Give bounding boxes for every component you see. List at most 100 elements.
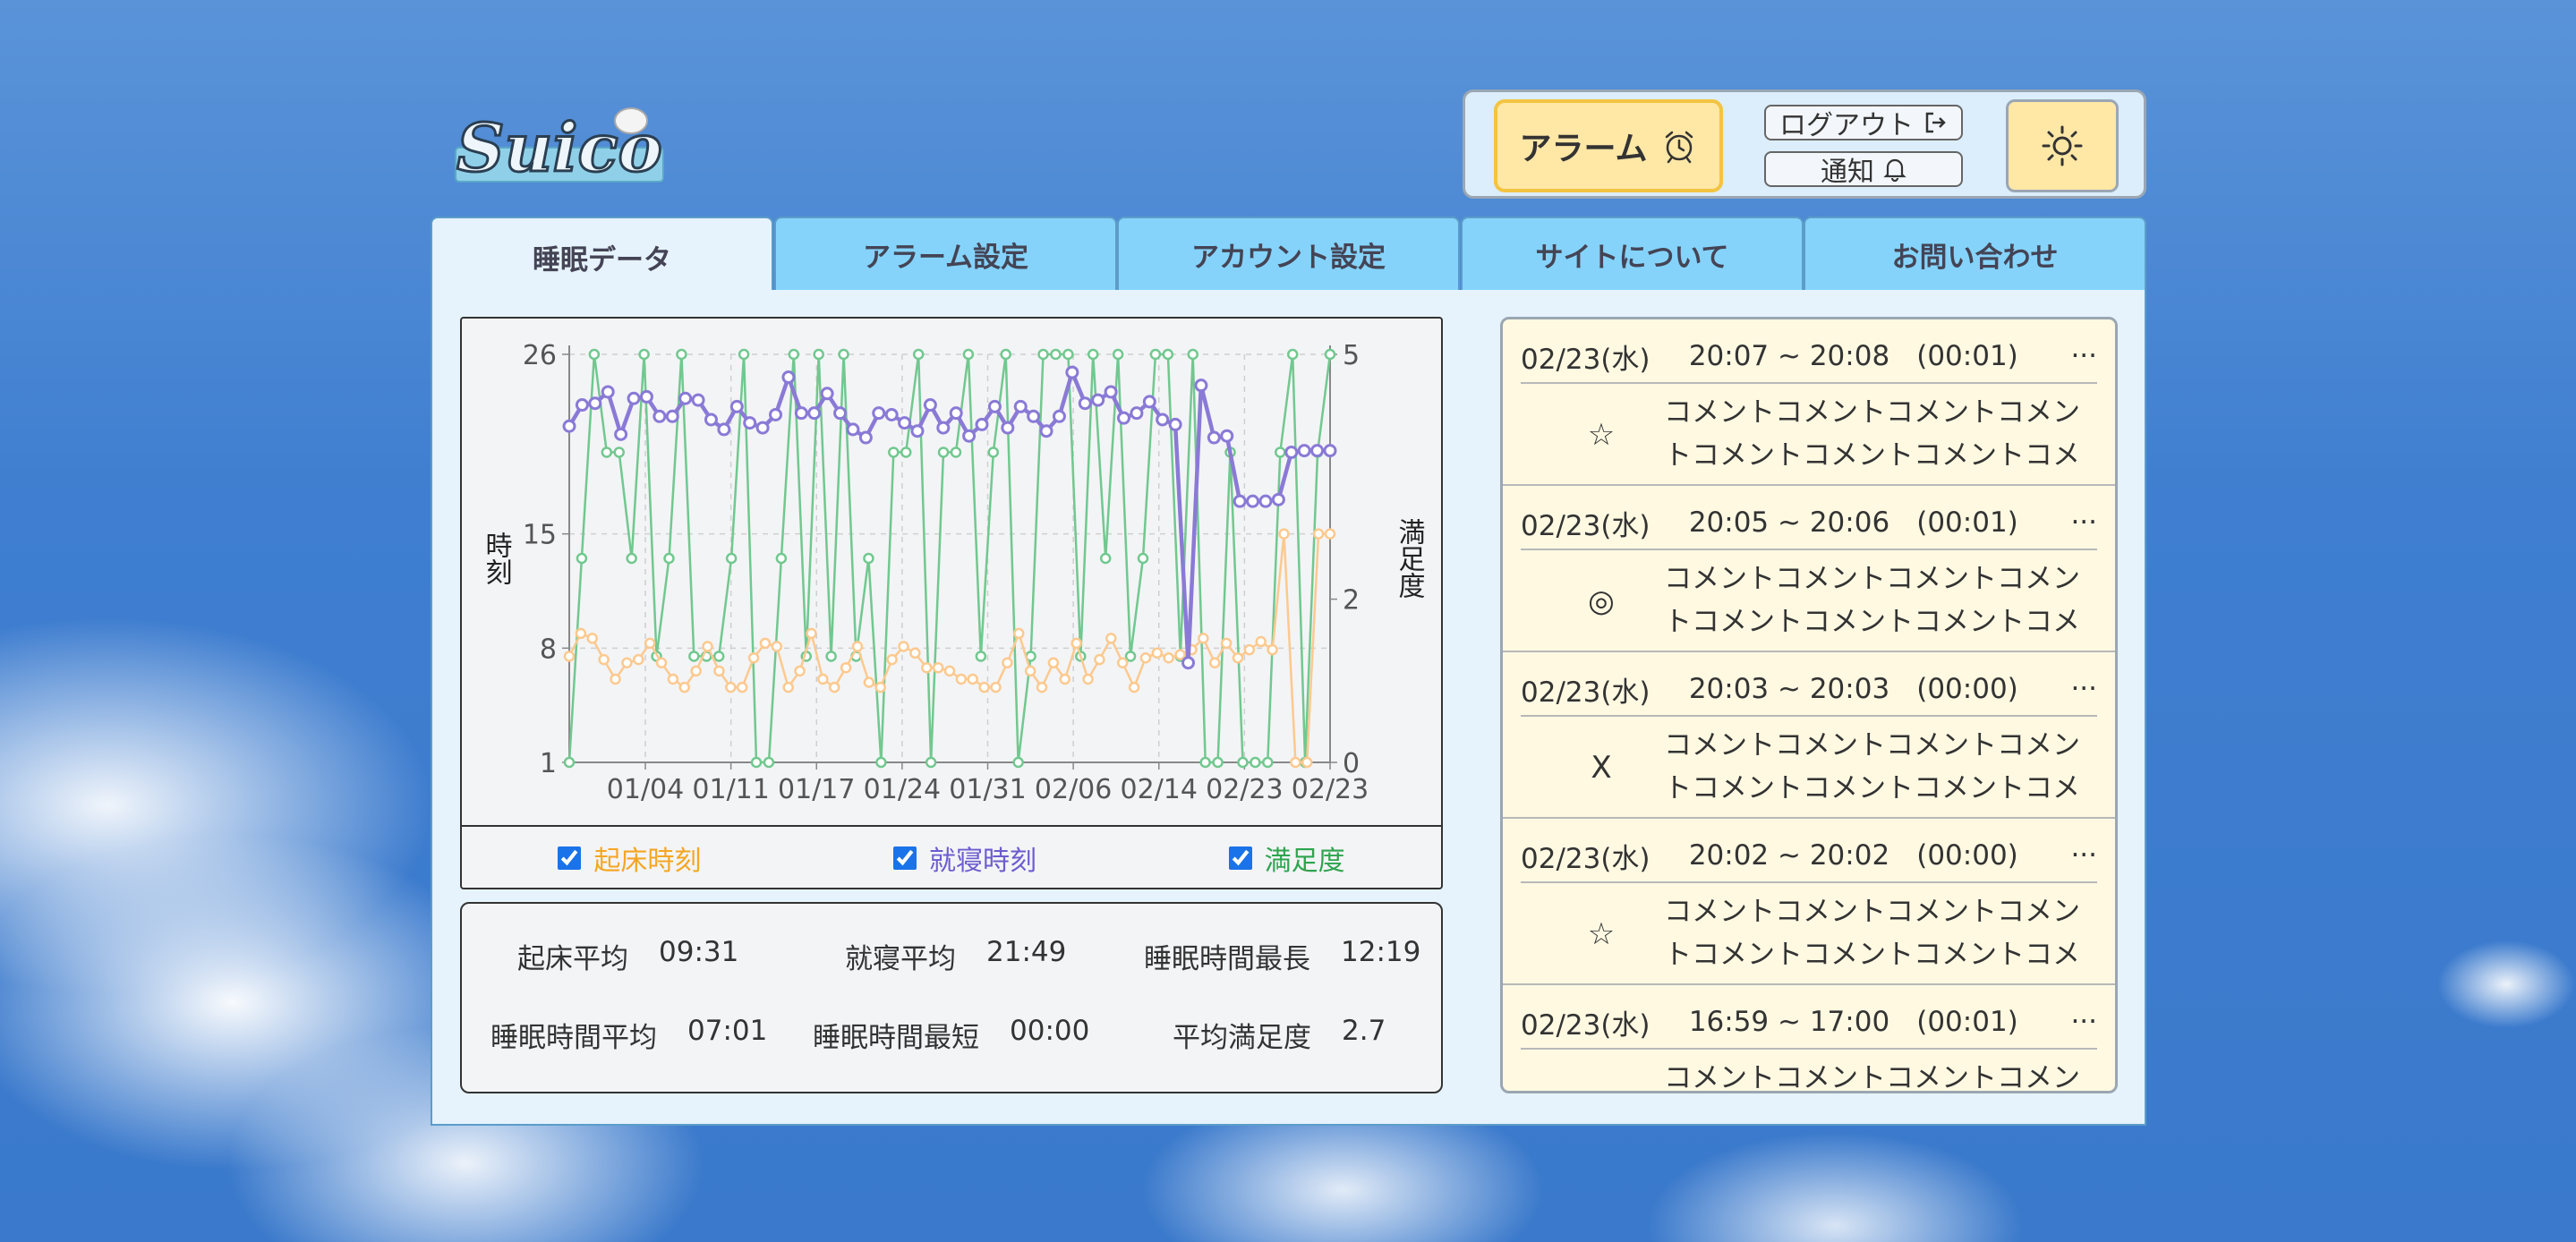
notification-button[interactable]: 通知 [1764, 151, 1963, 188]
data-point [1324, 348, 1336, 361]
tab-alarm-settings[interactable]: アラーム設定 [774, 217, 1117, 292]
data-point [794, 665, 806, 677]
data-point [702, 641, 713, 652]
legend-satisfaction[interactable]: 満足度 [1228, 838, 1345, 878]
data-point [1271, 492, 1285, 506]
data-point [667, 673, 679, 685]
data-point [775, 552, 788, 565]
data-point [794, 406, 808, 421]
data-point [1087, 348, 1099, 361]
data-point [1082, 673, 1094, 685]
satisfaction-mark: X [1591, 750, 1612, 786]
data-point [736, 681, 748, 693]
list-item[interactable]: 02/23(水) 20:03 ~ 20:03 (00:00) ··· X コメン… [1503, 652, 2115, 819]
x-tick-label: 02/14 [1121, 774, 1198, 805]
stat-value: 2.7 [1342, 1015, 1386, 1047]
stat-duration-max: 睡眠時間最長 12:19 [1144, 936, 1420, 976]
data-point [846, 422, 860, 437]
data-point [1013, 627, 1025, 640]
record-header: 02/23(水) 20:02 ~ 20:02 (00:00) ··· [1521, 829, 2097, 883]
stat-label: 就寝平均 [845, 943, 956, 975]
data-point [955, 673, 968, 685]
sleep-record-list[interactable]: 02/23(水) 20:07 ~ 20:08 (00:01) ··· ☆ コメン… [1500, 317, 2118, 1093]
tab-sleep-data[interactable]: 睡眠データ [431, 217, 773, 295]
stat-duration-avg: 睡眠時間平均 07:01 [490, 1015, 767, 1055]
data-point [1000, 348, 1011, 361]
record-duration: (00:01) [1916, 1006, 2018, 1038]
tab-contact[interactable]: お問い合わせ [1804, 217, 2146, 292]
data-point [1099, 552, 1112, 565]
record-date: 02/23(水) [1521, 1008, 1651, 1042]
data-point [1207, 430, 1221, 445]
more-options-icon[interactable]: ··· [2070, 1006, 2097, 1038]
sleep-chart: 26158152001/04 01/11 01/17 01/24 01/31 02/06 0… [481, 340, 1425, 805]
record-time: 20:03 ~ 20:03 [1688, 673, 1890, 705]
bed-time-checkbox[interactable] [892, 846, 917, 870]
bell-icon [1883, 158, 1906, 182]
logo-text: Suico [456, 110, 662, 187]
tab-about-site[interactable]: サイトについて [1461, 217, 1804, 292]
sleep-stats-panel: 起床平均 09:31 就寝平均 21:49 睡眠時間最長 12:19 睡眠時間平… [460, 902, 1443, 1093]
data-point [653, 409, 667, 423]
more-options-icon[interactable]: ··· [2070, 506, 2097, 539]
list-item[interactable]: 02/23(水) 20:05 ~ 20:06 (00:01) ··· ◎ コメン… [1503, 486, 2115, 652]
satisfaction-mark: ☆ [1587, 916, 1616, 952]
more-options-icon[interactable]: ··· [2070, 340, 2097, 372]
data-point [613, 447, 625, 458]
data-point [1012, 756, 1024, 769]
data-point [614, 427, 628, 441]
data-point [769, 407, 783, 421]
list-item[interactable]: 02/23(水) 20:02 ~ 20:02 (00:00) ··· ☆ コメン… [1503, 819, 2115, 985]
stat-label: 睡眠時間最長 [1144, 943, 1310, 975]
more-options-icon[interactable]: ··· [2070, 673, 2097, 705]
chart-legend: 起床時刻 就寝時刻 満足度 [462, 825, 1441, 889]
record-header: 02/23(水) 16:59 ~ 17:00 (00:01) ··· [1521, 996, 2097, 1050]
wake-time-checkbox[interactable] [558, 846, 582, 870]
data-point [644, 637, 656, 650]
data-point [1220, 637, 1233, 650]
data-point [759, 637, 772, 650]
data-point [1039, 424, 1053, 438]
data-point [884, 407, 899, 421]
data-point [563, 651, 576, 662]
data-point [909, 647, 921, 659]
legend-bed-time[interactable]: 就寝時刻 [892, 838, 1036, 878]
satisfaction-checkbox[interactable] [1228, 846, 1252, 870]
data-point [1162, 348, 1174, 361]
data-point [676, 348, 687, 361]
theme-toggle-button[interactable] [2006, 99, 2119, 192]
data-point [601, 385, 615, 399]
list-item[interactable]: 02/23(水) 16:59 ~ 17:00 (00:01) ··· ◎ コメン… [1503, 985, 2115, 1091]
data-point [576, 552, 588, 565]
data-point [1278, 528, 1290, 540]
stat-sleep-avg: 就寝平均 21:49 [845, 936, 1066, 976]
record-comment: コメントコメントコメントコメントコメントコメントコメントコメントコメント [1664, 896, 2080, 971]
data-point [663, 552, 675, 565]
y-tick-label: 15 [523, 520, 557, 551]
data-point [833, 406, 848, 421]
data-point [1250, 756, 1261, 769]
data-point [1187, 348, 1198, 361]
data-point [621, 657, 633, 668]
logout-button[interactable]: ログアウト [1764, 105, 1963, 141]
data-point [1237, 756, 1249, 769]
stat-value: 07:01 [687, 1015, 768, 1047]
data-point [771, 641, 783, 652]
more-options-icon[interactable]: ··· [2070, 839, 2097, 872]
legend-wake-time[interactable]: 起床時刻 [558, 838, 701, 878]
data-point [1267, 643, 1278, 656]
record-time: 20:02 ~ 20:02 [1688, 839, 1890, 872]
stat-label: 睡眠時間最短 [813, 1022, 979, 1054]
data-point [900, 447, 912, 458]
header-controls: アラーム ログアウト 通知 [1463, 89, 2146, 199]
data-point [1194, 379, 1208, 393]
data-point [725, 552, 738, 565]
data-point [1050, 348, 1062, 361]
record-header: 02/23(水) 20:07 ~ 20:08 (00:01) ··· [1521, 330, 2097, 384]
data-point [943, 665, 956, 677]
list-item[interactable]: 02/23(水) 20:07 ~ 20:08 (00:01) ··· ☆ コメン… [1503, 319, 2115, 486]
tab-account-settings[interactable]: アカウント設定 [1117, 217, 1460, 292]
alarm-button[interactable]: アラーム [1494, 99, 1723, 192]
site-logo[interactable]: Suico [452, 94, 667, 192]
data-point [1284, 445, 1299, 459]
